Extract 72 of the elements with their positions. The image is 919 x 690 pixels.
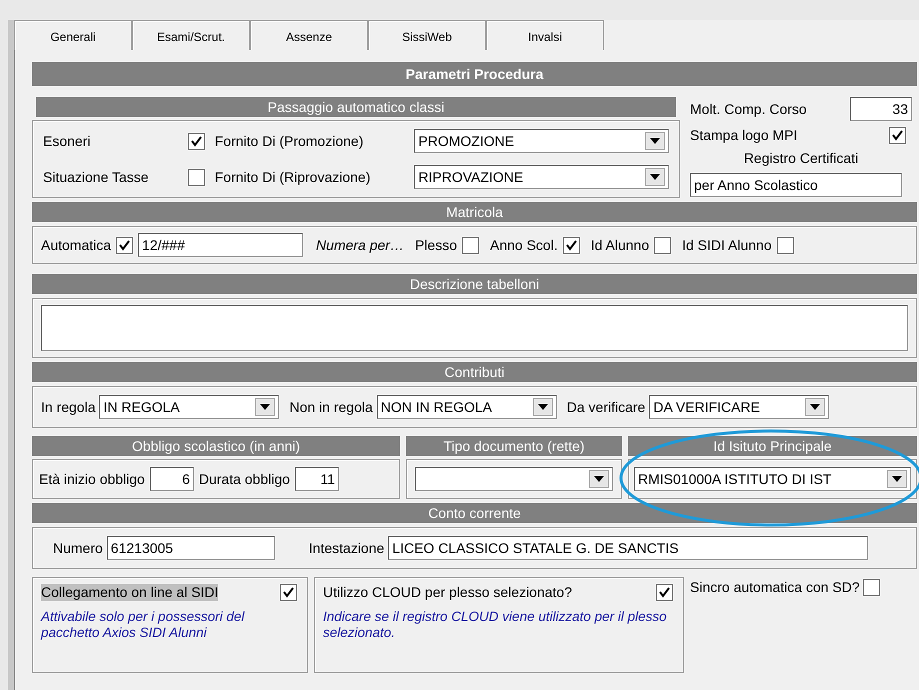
checkbox[interactable] (188, 132, 205, 150)
note-text: Indicare se il registro CLOUD viene utilizzato per il plesso selezionato. (323, 609, 668, 642)
input-field[interactable]: 33 (850, 97, 912, 121)
caret-icon (644, 168, 665, 186)
label: Stampa logo MPI (690, 127, 798, 144)
dropdown[interactable]: RMIS01000A ISTITUTO DI IST (634, 467, 911, 491)
dropdown[interactable]: PROMOZIONE (414, 129, 669, 153)
label: Id SIDI Alunno (682, 236, 772, 254)
caret-icon (805, 398, 826, 416)
tab[interactable]: Invalsi (486, 20, 604, 50)
checkbox[interactable] (462, 236, 479, 254)
checkbox[interactable] (116, 236, 134, 254)
tab[interactable]: SissiWeb (368, 20, 486, 50)
input-field[interactable]: per Anno Scolastico (690, 172, 902, 197)
checkbox[interactable] (776, 236, 794, 254)
section-header: Obbligo scolastico (in anni) (32, 436, 400, 456)
section-header: Parametri Procedura (32, 62, 917, 86)
section-header: Contributi (32, 362, 917, 382)
text-area[interactable] (41, 305, 908, 351)
label: Registro Certificati (742, 150, 860, 167)
section-header: Matricola (32, 202, 917, 222)
label: In regola (41, 398, 96, 416)
label: Non in regola (289, 398, 373, 416)
caret-icon (887, 470, 907, 488)
dropdown[interactable]: NON IN REGOLA (376, 395, 557, 419)
input-field[interactable]: 11 (294, 467, 339, 491)
checkbox[interactable] (188, 168, 205, 186)
label: Automatica (41, 236, 112, 254)
checkbox[interactable] (656, 584, 673, 601)
input-field[interactable]: 12/### (138, 233, 304, 257)
label: Situazione Tasse (43, 168, 150, 186)
label: Numera per… (316, 236, 404, 254)
tab[interactable]: Esami/Scrut. (132, 20, 250, 50)
label: Collegamento on line al SIDI (41, 584, 218, 601)
label: Intestazione (308, 540, 384, 556)
dropdown[interactable]: DA VERIFICARE (649, 395, 830, 419)
checkbox[interactable] (889, 127, 906, 144)
section-header: Id Isituto Principale (628, 436, 917, 456)
label: Utilizzo CLOUD per plesso selezionato? (323, 584, 572, 601)
note-text: Attivabile solo per i possessori del pacchetto Axios SIDI Alunni (41, 609, 246, 642)
label: Da verificare (566, 398, 646, 416)
section-header: Tipo documento (rette) (406, 436, 622, 456)
label: Esoneri (43, 132, 92, 150)
dropdown[interactable] (415, 467, 613, 491)
section-header: Passaggio automatico classi (36, 97, 676, 117)
caret-icon (255, 398, 276, 416)
label: Id Alunno (590, 236, 650, 254)
checkbox[interactable] (562, 236, 580, 254)
label: Anno Scol. (490, 236, 558, 254)
dropdown[interactable]: IN REGOLA (99, 395, 280, 419)
checkbox[interactable] (862, 579, 880, 596)
input-field[interactable]: LICEO CLASSICO STATALE G. DE SANCTIS (388, 536, 868, 560)
label: Fornito Di (Promozione) (214, 132, 364, 150)
tab[interactable]: Generali (14, 20, 132, 50)
section-header: Conto corrente (32, 503, 917, 523)
checkbox[interactable] (654, 236, 672, 254)
section-header: Descrizione tabelloni (32, 274, 917, 294)
caret-icon (589, 470, 609, 488)
caret-icon (532, 398, 553, 416)
label: Plesso (414, 236, 457, 254)
caret-icon (644, 132, 665, 150)
dropdown[interactable]: RIPROVAZIONE (414, 165, 669, 189)
label: Durata obbligo (198, 470, 290, 488)
label: Fornito Di (Riprovazione) (214, 168, 372, 186)
label: Numero (53, 540, 103, 556)
input-field[interactable]: 61213005 (106, 536, 275, 560)
input-field[interactable]: 6 (150, 467, 194, 491)
checkbox[interactable] (280, 584, 297, 601)
label: Molt. Comp. Corso (690, 100, 807, 118)
tab[interactable]: Assenze (250, 20, 368, 50)
label: Sincro automatica con SD? (690, 579, 860, 596)
label: Età inizio obbligo (39, 470, 145, 488)
